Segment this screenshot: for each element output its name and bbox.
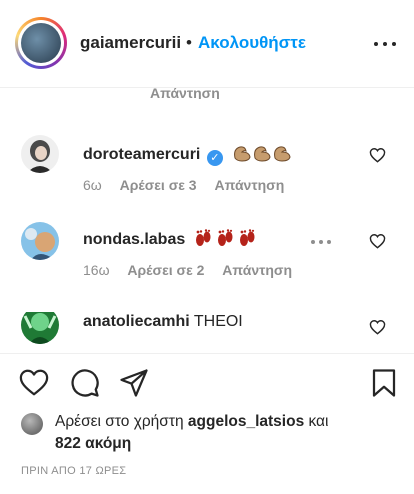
verified-badge-icon: ✓ [206, 150, 223, 166]
section-divider [0, 353, 414, 354]
likes-others-count[interactable]: 822 ακόμη [55, 435, 131, 453]
bookmark-icon[interactable] [369, 368, 399, 398]
comment-likes-count[interactable]: Αρέσει σε 3 [120, 177, 197, 193]
share-icon[interactable] [119, 368, 149, 398]
comment-time[interactable]: 16ω [83, 262, 110, 278]
comment-meta: 16ω Αρέσει σε 2 Απάντηση [83, 262, 306, 278]
profile-avatar[interactable] [15, 17, 67, 69]
commenter-username[interactable]: anatoliecamhi [83, 313, 190, 330]
commenter-username[interactable]: doroteamercuri [83, 146, 200, 163]
comment-meta: 6ω Αρέσει σε 3 Απάντηση [83, 177, 298, 193]
liker-avatar[interactable] [21, 413, 43, 435]
comment-more-options-icon[interactable] [311, 239, 331, 245]
follow-button[interactable]: Ακολουθήστε [198, 33, 306, 53]
comment-text: doroteamercuri ✓ 💪💪💪 [83, 143, 294, 169]
comment-text: nondas.labas 👣👣👣 [83, 228, 259, 254]
like-comment-heart-icon[interactable] [369, 233, 386, 249]
comment-item: anatoliecamhi THEOI [0, 312, 414, 353]
likes-conjunction: και [308, 413, 329, 430]
commenter-avatar[interactable] [21, 312, 59, 344]
reply-button[interactable]: Απάντηση [215, 177, 285, 193]
reply-button[interactable]: Απάντηση [222, 262, 292, 278]
more-options-icon[interactable] [374, 36, 396, 52]
post-header: gaiamercurii • Ακολουθήστε [0, 0, 414, 88]
flexed-biceps-emoji [232, 143, 294, 169]
comment-text: anatoliecamhi THEOI [83, 312, 243, 332]
likes-prefix: Αρέσει στο χρήστη [55, 413, 184, 430]
like-comment-heart-icon[interactable] [369, 319, 386, 335]
liker-username[interactable]: aggelos_latsios [188, 413, 304, 430]
footprints-emoji [193, 228, 259, 254]
reply-link-partial[interactable]: Απάντηση [150, 85, 220, 99]
commenter-avatar[interactable] [21, 222, 59, 260]
comment-body: THEOI [193, 313, 243, 330]
likes-summary: Αρέσει στο χρήστη aggelos_latsios και [55, 413, 328, 431]
comment-likes-count[interactable]: Αρέσει σε 2 [127, 262, 204, 278]
post-username[interactable]: gaiamercurii [80, 33, 181, 53]
heart-icon[interactable] [19, 368, 49, 398]
comment-time[interactable]: 6ω [83, 177, 102, 193]
separator-dot: • [186, 33, 192, 52]
commenter-avatar[interactable] [21, 135, 59, 173]
commenter-username[interactable]: nondas.labas [83, 231, 185, 248]
comment-icon[interactable] [70, 368, 100, 398]
post-timestamp[interactable]: ΠΡΙΝ ΑΠΟ 17 ΩΡΕΣ [21, 465, 126, 477]
like-comment-heart-icon[interactable] [369, 147, 386, 163]
